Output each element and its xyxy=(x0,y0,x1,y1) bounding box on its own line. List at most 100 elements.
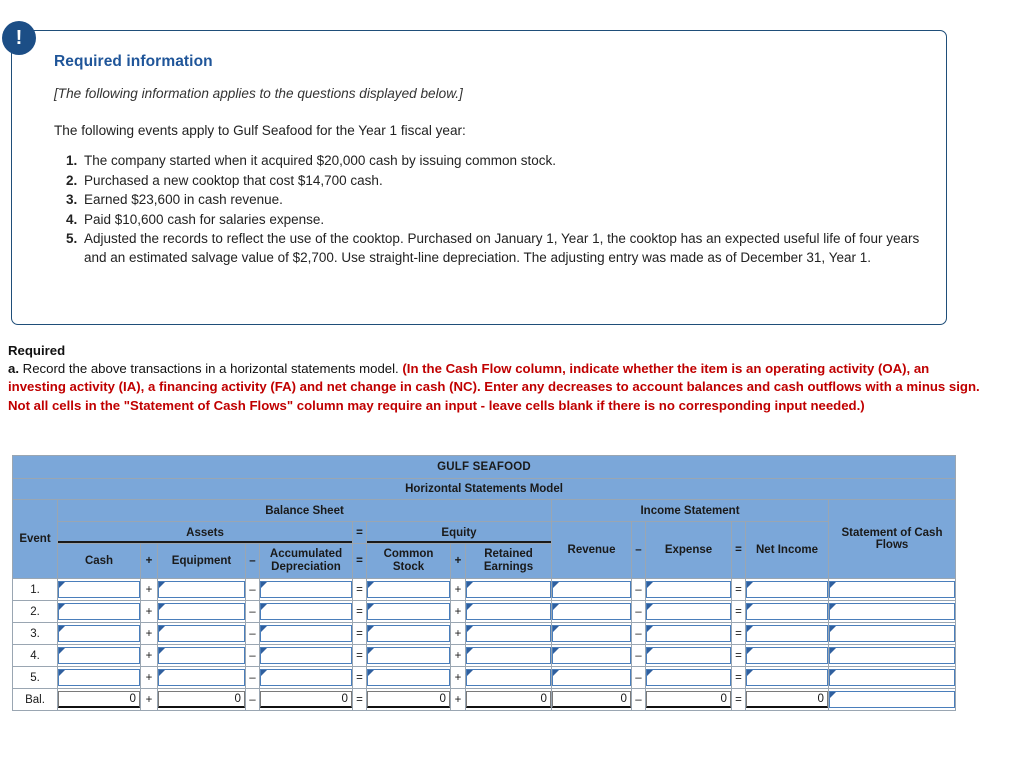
input-revenue[interactable] xyxy=(552,581,631,598)
input-expense[interactable] xyxy=(646,581,731,598)
input-retained-earnings[interactable] xyxy=(466,625,551,642)
cell-equipment[interactable] xyxy=(157,622,246,645)
input-cash[interactable] xyxy=(58,581,140,598)
cell-equipment[interactable] xyxy=(157,644,246,667)
input-net-income[interactable] xyxy=(746,647,828,664)
cell-revenue[interactable] xyxy=(551,622,632,645)
input-retained-earnings[interactable] xyxy=(466,603,551,620)
cell-revenue[interactable] xyxy=(551,578,632,601)
input-revenue[interactable] xyxy=(552,669,631,686)
cell-revenue[interactable] xyxy=(551,666,632,689)
cell-accumulated-depreciation[interactable] xyxy=(259,666,353,689)
input-net-income[interactable] xyxy=(746,669,828,686)
cell-cash[interactable] xyxy=(57,666,141,689)
cell-common-stock[interactable] xyxy=(366,578,451,601)
input-accumulated-depreciation[interactable] xyxy=(260,603,352,620)
input-retained-earnings[interactable] xyxy=(466,647,551,664)
input-accumulated-depreciation[interactable] xyxy=(260,647,352,664)
cell-common-stock[interactable] xyxy=(366,666,451,689)
cell-cash[interactable] xyxy=(57,622,141,645)
cell-accumulated-depreciation[interactable] xyxy=(259,644,353,667)
input-retained-earnings[interactable] xyxy=(466,669,551,686)
input-statement-of-cash-flows[interactable] xyxy=(829,581,956,598)
operator-plus: + xyxy=(140,600,158,623)
input-expense[interactable] xyxy=(646,603,731,620)
input-common-stock[interactable] xyxy=(367,647,450,664)
cell-accumulated-depreciation[interactable] xyxy=(259,578,353,601)
cell-net-income[interactable] xyxy=(745,600,829,623)
input-common-stock[interactable] xyxy=(367,581,450,598)
cell-expense[interactable] xyxy=(645,622,732,645)
cell-statement-of-cash-flows[interactable] xyxy=(827,578,957,601)
cell-net-income[interactable] xyxy=(745,644,829,667)
cell-statement-of-cash-flows[interactable] xyxy=(827,666,957,689)
cell-common-stock[interactable] xyxy=(366,644,451,667)
operator-plus: + xyxy=(450,688,466,711)
cell-expense[interactable] xyxy=(645,644,732,667)
cell-expense[interactable] xyxy=(645,600,732,623)
cell-net-income[interactable] xyxy=(745,578,829,601)
cell-statement-of-cash-flows[interactable] xyxy=(827,644,957,667)
input-net-income[interactable] xyxy=(746,625,828,642)
input-equipment[interactable] xyxy=(158,581,245,598)
input-cash[interactable] xyxy=(58,603,140,620)
input-common-stock[interactable] xyxy=(367,603,450,620)
input-revenue[interactable] xyxy=(552,625,631,642)
row-label: 3. xyxy=(12,622,58,645)
cell-common-stock[interactable] xyxy=(366,600,451,623)
cell-accumulated-depreciation[interactable] xyxy=(259,600,353,623)
cell-retained-earnings[interactable] xyxy=(465,600,552,623)
input-accumulated-depreciation[interactable] xyxy=(260,581,352,598)
cell-statement-of-cash-flows[interactable] xyxy=(827,600,957,623)
input-expense[interactable] xyxy=(646,625,731,642)
input-accumulated-depreciation[interactable] xyxy=(260,669,352,686)
cell-revenue[interactable] xyxy=(551,600,632,623)
page-root: Required information [The following info… xyxy=(0,0,1009,762)
cell-expense[interactable] xyxy=(645,666,732,689)
input-cash[interactable] xyxy=(58,625,140,642)
input-equipment[interactable] xyxy=(158,647,245,664)
input-revenue[interactable] xyxy=(552,603,631,620)
cell-cash[interactable] xyxy=(57,600,141,623)
common-stock-column-header: Common Stock xyxy=(366,543,451,579)
input-expense[interactable] xyxy=(646,669,731,686)
input-statement-of-cash-flows[interactable] xyxy=(829,647,956,664)
input-revenue[interactable] xyxy=(552,647,631,664)
cell-revenue[interactable] xyxy=(551,644,632,667)
input-equipment[interactable] xyxy=(158,669,245,686)
input-equipment[interactable] xyxy=(158,625,245,642)
cell-equipment[interactable] xyxy=(157,666,246,689)
input-retained-earnings[interactable] xyxy=(466,581,551,598)
cell-statement-of-cash-flows[interactable] xyxy=(827,622,957,645)
input-equipment[interactable] xyxy=(158,603,245,620)
input-common-stock[interactable] xyxy=(367,625,450,642)
input-cash[interactable] xyxy=(58,669,140,686)
cell-net-income[interactable] xyxy=(745,622,829,645)
input-net-income[interactable] xyxy=(746,581,828,598)
input-cash[interactable] xyxy=(58,647,140,664)
operator-equals: = xyxy=(352,688,367,711)
input-statement-of-cash-flows[interactable] xyxy=(829,669,956,686)
input-accumulated-depreciation[interactable] xyxy=(260,625,352,642)
input-balance-statement-of-cash-flows[interactable] xyxy=(829,691,956,708)
input-expense[interactable] xyxy=(646,647,731,664)
cell-retained-earnings[interactable] xyxy=(465,644,552,667)
input-statement-of-cash-flows[interactable] xyxy=(829,603,956,620)
cell-retained-earnings[interactable] xyxy=(465,622,552,645)
balance-cell-statement-of-cash-flows[interactable] xyxy=(827,688,957,711)
operator-minus: – xyxy=(631,521,646,579)
cell-cash[interactable] xyxy=(57,578,141,601)
cell-equipment[interactable] xyxy=(157,600,246,623)
cell-cash[interactable] xyxy=(57,644,141,667)
input-net-income[interactable] xyxy=(746,603,828,620)
cell-accumulated-depreciation[interactable] xyxy=(259,622,353,645)
balance-value-common-stock: 0 xyxy=(367,691,450,708)
input-common-stock[interactable] xyxy=(367,669,450,686)
input-statement-of-cash-flows[interactable] xyxy=(829,625,956,642)
cell-retained-earnings[interactable] xyxy=(465,666,552,689)
cell-retained-earnings[interactable] xyxy=(465,578,552,601)
cell-equipment[interactable] xyxy=(157,578,246,601)
cell-net-income[interactable] xyxy=(745,666,829,689)
cell-common-stock[interactable] xyxy=(366,622,451,645)
cell-expense[interactable] xyxy=(645,578,732,601)
